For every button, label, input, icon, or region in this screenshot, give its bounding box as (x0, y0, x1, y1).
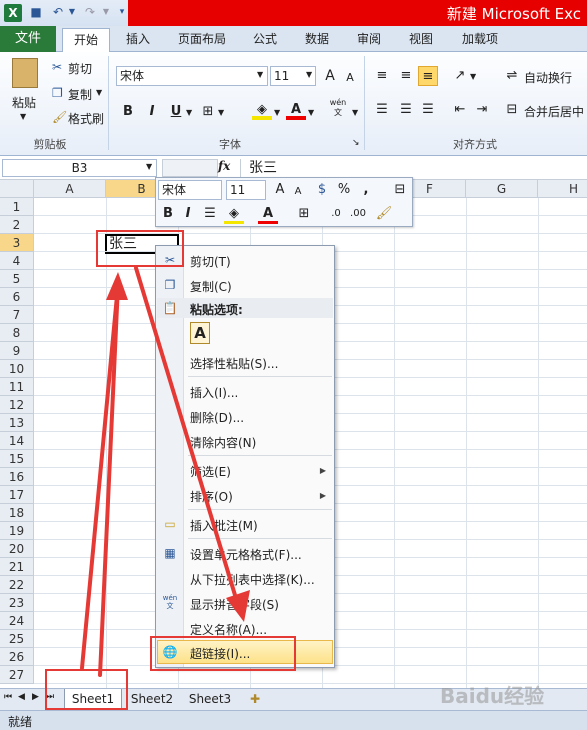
arrow-head-up (106, 272, 128, 300)
arrow-head-down (226, 590, 250, 622)
arrow-line-up (80, 283, 120, 670)
annotation-arrows (80, 266, 250, 677)
arrow-line-up-2 (98, 283, 120, 677)
arrow-line-down (134, 266, 240, 607)
